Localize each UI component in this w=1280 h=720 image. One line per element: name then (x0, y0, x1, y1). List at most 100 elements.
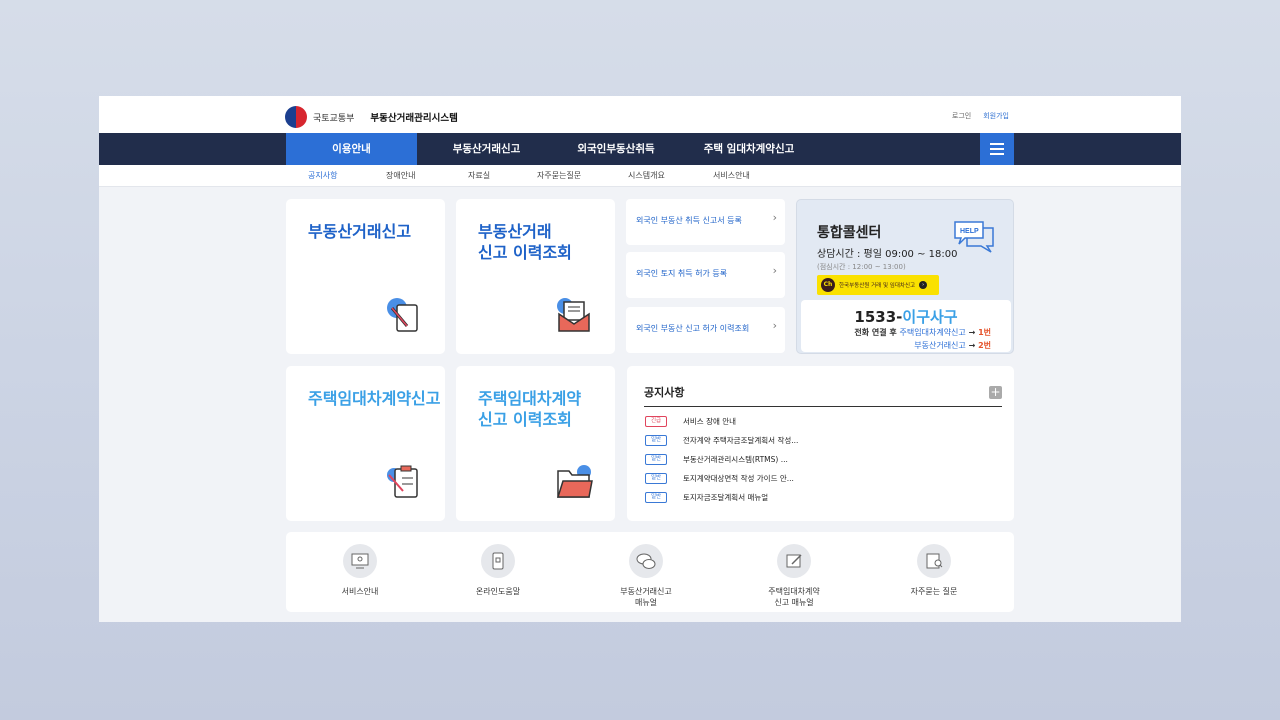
link-foreign-acquisition-report[interactable]: 외국인 부동산 취득 신고서 등록 › (626, 199, 785, 245)
help-chat-icon: HELP (954, 221, 994, 253)
call-guide-1: 전화 연결 후 주택임대차계약신고 → 1번 (854, 327, 991, 338)
mail-letter-icon (557, 298, 590, 332)
status-badge: 일반 (645, 492, 667, 503)
folder-icon (556, 465, 593, 498)
ministry-name: 국토교통부 (313, 113, 355, 124)
card-lease-report-history[interactable]: 주택임대차계약 신고 이력조회 (456, 366, 615, 521)
arrow-icon: › (919, 281, 928, 289)
gnb-real-estate-report[interactable]: 부동산거래신고 (424, 133, 549, 165)
logo[interactable]: 국토교통부 부동산거래관리시스템 (285, 106, 458, 128)
call-center-hours: 상담시간 : 평일 09:00 ~ 18:00 (817, 249, 958, 260)
quick-lease-manual[interactable]: 주택임대차계약 신고 매뉴얼 (734, 544, 854, 608)
card-housing-lease-report[interactable]: 주택임대차계약신고 (286, 366, 445, 521)
gnb-foreign-acquisition[interactable]: 외국인부동산취득 (551, 133, 681, 165)
link-foreign-permit-history[interactable]: 외국인 부동산 신고 허가 이력조회 › (626, 307, 785, 353)
menu-icon[interactable] (980, 133, 1014, 165)
notice-title: 공지사항 (644, 386, 685, 399)
quick-label: 온라인도움말 (475, 587, 521, 596)
quick-label: 부동산거래신고 매뉴얼 (620, 587, 672, 607)
top-links: 로그인 회원가입 (952, 111, 1009, 121)
chevron-right-icon: › (772, 211, 777, 224)
call-center-break: (점심시간 : 12:00 ~ 13:00) (817, 263, 906, 271)
signup-link[interactable]: 회원가입 (983, 111, 1009, 121)
chat-bubbles-icon (629, 544, 663, 578)
gnb-usage-guide[interactable]: 이용안내 (286, 133, 417, 165)
login-link[interactable]: 로그인 (952, 111, 971, 121)
guide-num: 1번 (978, 328, 991, 337)
lnb-faq[interactable]: 자주묻는질문 (537, 170, 581, 181)
quick-label: 서비스안내 (341, 587, 379, 596)
chevron-right-icon: › (772, 264, 777, 277)
notice-text: 전자계약 주택자금조달계획서 작성... (683, 436, 799, 445)
top-header: 국토교통부 부동산거래관리시스템 로그인 회원가입 (99, 96, 1181, 133)
system-name: 부동산거래관리시스템 (370, 113, 458, 124)
call-center-panel: 통합콜센터 상담시간 : 평일 09:00 ~ 18:00 (점심시간 : 12… (796, 199, 1014, 354)
call-guide-2: 부동산거래신고 → 2번 (914, 340, 991, 351)
card-title: 주택임대차계약 신고 이력조회 (478, 389, 582, 429)
browser-screen: 국토교통부 부동산거래관리시스템 로그인 회원가입 이용안내 부동산거래신고 외… (99, 96, 1181, 622)
card-title: 부동산거래 신고 이력조회 (478, 222, 572, 262)
quick-online-help[interactable]: 온라인도움말 (438, 544, 558, 597)
government-emblem-icon (285, 106, 307, 128)
quick-real-estate-manual[interactable]: 부동산거래신고 매뉴얼 (586, 544, 706, 608)
quick-links-bar: 서비스안내 온라인도움말 부동산거래신고 매뉴얼 주택임대차계약 신고 매뉴얼 … (286, 532, 1014, 612)
card-real-estate-report[interactable]: 부동산거래신고 (286, 199, 445, 354)
document-pen-icon (387, 298, 418, 332)
chevron-right-icon: › (772, 319, 777, 332)
notice-panel: 공지사항 + 긴급 서비스 장애 안내 일반 전자계약 주택자금조달계획서 작성… (627, 366, 1014, 521)
monitor-icon (343, 544, 377, 578)
notice-item[interactable]: 긴급 서비스 장애 안내 (645, 416, 736, 427)
quick-label: 주택임대차계약 신고 매뉴얼 (768, 587, 820, 607)
notice-item[interactable]: 일반 토지자금조달계획서 매뉴얼 (645, 492, 768, 503)
clipboard-pen-icon (387, 465, 418, 498)
lnb-notice[interactable]: 공지사항 (308, 170, 337, 181)
kakao-channel-icon: Ch (821, 278, 835, 292)
lnb-outage[interactable]: 장애안내 (386, 170, 415, 181)
notice-text: 토지계약대상면적 작성 가이드 안... (683, 474, 794, 483)
kakao-channel-button[interactable]: Ch 한국부동산원 거래 및 임대차신고 › (817, 275, 939, 295)
notice-item[interactable]: 일반 토지계약대상면적 작성 가이드 안... (645, 473, 794, 484)
lnb-archive[interactable]: 자료실 (468, 170, 490, 181)
status-badge: 긴급 (645, 416, 667, 427)
plus-icon[interactable]: + (989, 386, 1002, 399)
status-badge: 일반 (645, 473, 667, 484)
link-label: 외국인 부동산 취득 신고서 등록 (636, 216, 742, 225)
phone-suffix: 이구사구 (902, 308, 958, 326)
link-label: 외국인 부동산 신고 허가 이력조회 (636, 324, 750, 333)
call-center-title: 통합콜센터 (817, 225, 882, 241)
pen-card-icon (777, 544, 811, 578)
divider (644, 406, 1002, 407)
guide-prefix: 전화 연결 후 (854, 328, 900, 337)
main-nav: 이용안내 부동산거래신고 외국인부동산취득 주택 임대차계약신고 (99, 133, 1181, 165)
quick-faq[interactable]: 자주묻는 질문 (874, 544, 994, 597)
guide-real-estate: 부동산거래신고 (914, 341, 966, 350)
quick-service-guide[interactable]: 서비스안내 (300, 544, 420, 597)
status-badge: 일반 (645, 435, 667, 446)
card-title: 부동산거래신고 (308, 222, 412, 241)
svg-text:HELP: HELP (960, 228, 979, 235)
notice-text: 부동산거래관리시스템(RTMS) ... (683, 455, 788, 464)
lnb-system-overview[interactable]: 시스템개요 (628, 170, 665, 181)
guide-arrow: → (965, 341, 979, 350)
call-phone-box: 1533-이구사구 전화 연결 후 주택임대차계약신고 → 1번 부동산거래신고… (801, 300, 1011, 352)
guide-lease: 주택임대차계약신고 (899, 328, 966, 337)
notice-item[interactable]: 일반 전자계약 주택자금조달계획서 작성... (645, 435, 798, 446)
quick-label: 자주묻는 질문 (910, 587, 958, 596)
notice-text: 토지자금조달계획서 매뉴얼 (683, 493, 769, 502)
card-report-history[interactable]: 부동산거래 신고 이력조회 (456, 199, 615, 354)
guide-num: 2번 (978, 341, 991, 350)
mobile-help-icon (481, 544, 515, 578)
notice-text: 서비스 장애 안내 (683, 417, 737, 426)
gnb-housing-lease-report[interactable]: 주택 임대차계약신고 (689, 133, 809, 165)
phone-number[interactable]: 1533-이구사구 (801, 306, 1011, 327)
card-title: 주택임대차계약신고 (308, 389, 441, 408)
link-foreign-land-permit[interactable]: 외국인 토지 취득 허가 등록 › (626, 252, 785, 298)
phone-prefix: 1533- (854, 308, 903, 326)
book-search-icon (917, 544, 951, 578)
sub-nav: 공지사항 장애안내 자료실 자주묻는질문 시스템개요 서비스안내 (99, 165, 1181, 187)
kakao-label: 한국부동산원 거래 및 임대차신고 (839, 283, 916, 289)
notice-item[interactable]: 일반 부동산거래관리시스템(RTMS) ... (645, 454, 788, 465)
status-badge: 일반 (645, 454, 667, 465)
guide-arrow: → (965, 328, 979, 337)
lnb-service-guide[interactable]: 서비스안내 (713, 170, 750, 181)
